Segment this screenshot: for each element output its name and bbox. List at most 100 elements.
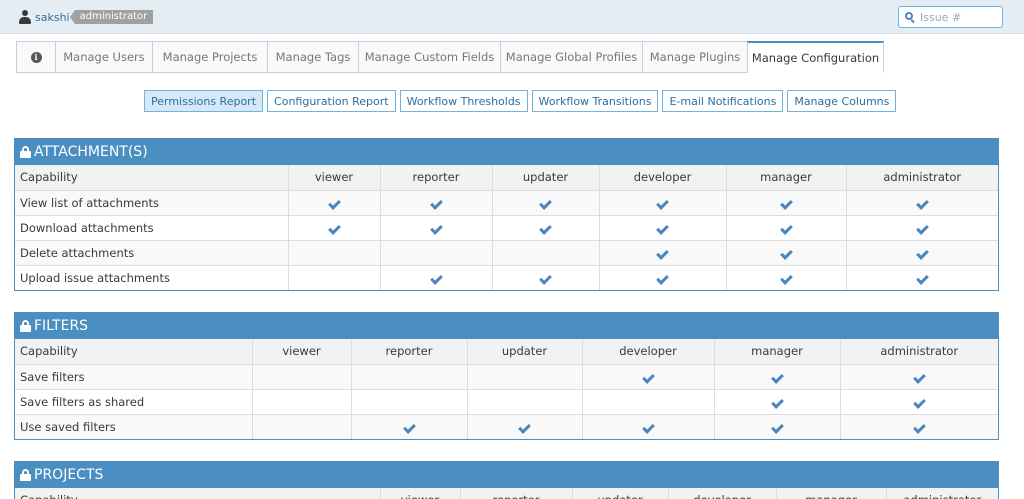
permission-cell-administrator	[846, 240, 998, 266]
permission-cell-reporter	[351, 414, 468, 439]
workflow-transitions-button[interactable]: Workflow Transitions	[531, 90, 659, 112]
column-header-administrator: administrator	[840, 339, 998, 365]
permission-cell-administrator	[840, 414, 998, 439]
tab-info[interactable]: i	[16, 41, 55, 73]
manage-columns-button[interactable]: Manage Columns	[787, 90, 897, 112]
issue-search-input[interactable]	[920, 10, 1000, 24]
column-header-capability: Capability	[15, 165, 289, 191]
section-title: ATTACHMENT(S)	[34, 144, 148, 160]
tab-manage-projects[interactable]: Manage Projects	[152, 41, 267, 73]
permission-cell-updater	[467, 414, 583, 439]
lock-icon	[20, 469, 31, 481]
section-filters: FILTERS Capability viewer reporter updater d…	[14, 312, 999, 440]
capability-cell: Delete attachments	[15, 240, 289, 266]
capability-cell: Download attachments	[15, 215, 289, 241]
permission-cell-reporter	[351, 364, 468, 390]
capability-cell: Save filters	[15, 364, 253, 390]
column-header-manager: manager	[714, 339, 841, 365]
check-icon	[912, 395, 926, 409]
tab-manage-global-profiles[interactable]: Manage Global Profiles	[500, 41, 642, 73]
column-header-developer: developer	[599, 165, 727, 191]
capability-cell: Use saved filters	[15, 414, 253, 439]
check-icon	[656, 196, 669, 210]
permission-cell-reporter	[380, 265, 493, 290]
check-icon	[539, 196, 552, 210]
permission-cell-viewer	[252, 389, 352, 415]
permission-cell-reporter	[380, 215, 493, 241]
permission-cell-developer	[582, 414, 715, 439]
check-icon	[539, 271, 552, 285]
permission-cell-manager	[726, 265, 847, 290]
table-header-row: Capabilityviewerreporterupdaterdeveloper…	[15, 488, 998, 499]
check-icon	[770, 395, 784, 409]
check-icon	[770, 370, 784, 384]
capability-cell: View list of attachments	[15, 190, 289, 216]
section-attachments: ATTACHMENT(S) Capability viewer reporter up…	[14, 138, 999, 291]
check-icon	[641, 370, 655, 384]
column-header-administrator: administrator	[886, 488, 998, 499]
user-info: sakshi administrator	[18, 9, 154, 25]
permission-cell-updater	[492, 215, 600, 241]
permission-cell-developer	[599, 215, 727, 241]
check-icon	[779, 246, 793, 260]
permission-cell-updater	[492, 190, 600, 216]
permissions-table: Capabilityviewerreporterupdaterdeveloper…	[15, 488, 998, 499]
email-notifications-button[interactable]: E-mail Notifications	[662, 90, 784, 112]
workflow-thresholds-button[interactable]: Workflow Thresholds	[399, 90, 528, 112]
tab-manage-tags[interactable]: Manage Tags	[267, 41, 358, 73]
table-row: Download attachments	[15, 215, 998, 241]
check-icon	[915, 271, 929, 285]
column-header-viewer: viewer	[380, 488, 461, 499]
table-row: Use saved filters	[15, 414, 998, 439]
table-row: Save filters	[15, 364, 998, 390]
permission-cell-viewer	[252, 364, 352, 390]
permission-cell-reporter	[351, 389, 468, 415]
column-header-developer: developer	[582, 339, 715, 365]
column-header-reporter: reporter	[351, 339, 468, 365]
permission-cell-manager	[726, 215, 847, 241]
table-row: Upload issue attachments	[15, 265, 998, 290]
capability-cell: Upload issue attachments	[15, 265, 289, 290]
configuration-report-button[interactable]: Configuration Report	[267, 90, 396, 112]
column-header-updater: updater	[467, 339, 583, 365]
check-icon	[429, 271, 443, 285]
search-icon	[905, 11, 916, 23]
permission-cell-administrator	[840, 389, 998, 415]
username-link[interactable]: sakshi	[35, 11, 70, 24]
tab-manage-configuration[interactable]: Manage Configuration	[747, 41, 884, 73]
lock-icon	[20, 320, 31, 332]
check-icon	[641, 420, 655, 434]
permission-cell-viewer	[288, 190, 381, 216]
check-icon	[327, 221, 341, 235]
check-icon	[779, 221, 793, 235]
permission-cell-manager	[714, 364, 841, 390]
section-header: FILTERS	[15, 313, 998, 339]
permissions-report-button[interactable]: Permissions Report	[144, 90, 264, 112]
column-header-updater: updater	[492, 165, 600, 191]
permission-cell-manager	[714, 389, 841, 415]
permission-cell-updater	[492, 240, 600, 266]
section-header: PROJECTS	[15, 462, 998, 488]
tab-manage-plugins[interactable]: Manage Plugins	[642, 41, 747, 73]
check-icon	[770, 420, 784, 434]
check-icon	[912, 370, 926, 384]
check-icon	[779, 196, 793, 210]
permission-cell-administrator	[840, 364, 998, 390]
tab-manage-users[interactable]: Manage Users	[55, 41, 152, 73]
check-icon	[429, 221, 443, 235]
tab-manage-custom-fields[interactable]: Manage Custom Fields	[358, 41, 500, 73]
check-icon	[912, 420, 926, 434]
capability-cell: Save filters as shared	[15, 389, 253, 415]
permission-cell-reporter	[380, 240, 493, 266]
issue-search-box[interactable]	[898, 6, 1003, 28]
permission-cell-reporter	[380, 190, 493, 216]
permission-cell-updater	[467, 389, 583, 415]
column-header-reporter: reporter	[380, 165, 493, 191]
check-icon	[402, 420, 416, 434]
check-icon	[915, 196, 929, 210]
config-subnav: Permissions Report Configuration Report …	[144, 90, 897, 112]
column-header-manager: manager	[726, 165, 847, 191]
permission-cell-manager	[726, 190, 847, 216]
user-icon	[18, 10, 32, 24]
permission-cell-updater	[467, 364, 583, 390]
